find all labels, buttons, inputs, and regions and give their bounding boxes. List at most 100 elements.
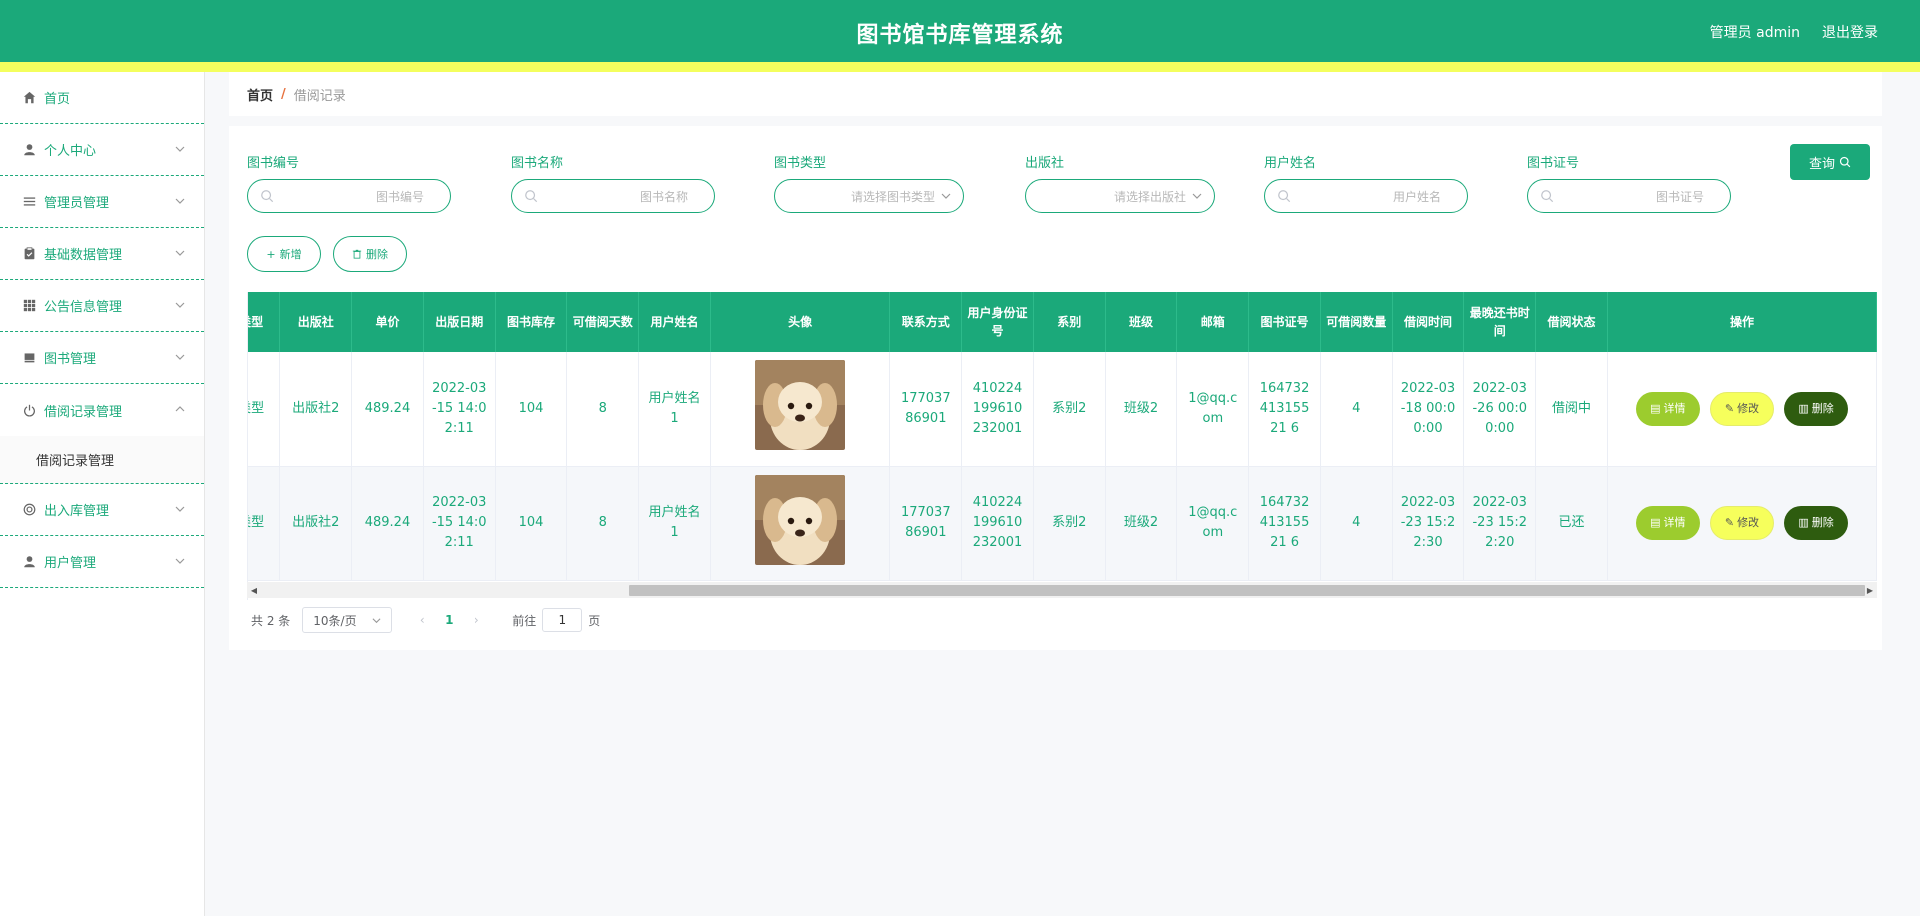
page-size-value: 10条/页 [313, 613, 357, 628]
power-icon [22, 403, 36, 417]
cell-phone: 17703786901 [889, 352, 963, 467]
main-panel: 图书编号 图书编号 图书名称 图书名称 图书类型 请选择图书类型 出版社 请选择… [229, 126, 1882, 650]
breadcrumb-current: 借阅记录 [293, 88, 346, 104]
batch-delete-button[interactable]: 删除 [333, 236, 407, 272]
breadcrumb-home[interactable]: 首页 [247, 85, 273, 104]
scroll-left-arrow-icon[interactable]: ◀ [247, 582, 261, 598]
cell-avatar [710, 466, 891, 581]
goto-page-input[interactable]: 1 [542, 608, 583, 632]
records-table-viewport: 类型 出版社 单价 出版日期 图书库存 可借阅天数 用户姓名 头像 联系方式 用… [247, 292, 1877, 600]
chevron-up-icon [175, 406, 185, 412]
chevron-down-icon [372, 617, 381, 623]
col-header: 出版日期 [423, 292, 496, 352]
delete-button[interactable]: ▥ 删除 [1784, 506, 1849, 540]
page-number-current[interactable]: 1 [434, 613, 464, 627]
col-header: 班级 [1105, 292, 1178, 352]
sidebar-item-borrow-records[interactable]: 借阅记录管理 [0, 384, 204, 436]
delete-button[interactable]: ▥ 删除 [1784, 391, 1849, 426]
user-name-placeholder: 用户姓名 [1392, 189, 1441, 204]
user-icon [22, 143, 36, 157]
cell-department: 系别2 [1033, 466, 1106, 581]
filter-label-card-no: 图书证号 [1527, 156, 1580, 171]
chevron-down-icon [941, 193, 951, 199]
total-count: 共 2 条 [251, 613, 291, 628]
table-horizontal-scrollbar[interactable]: ◀ ▶ [247, 582, 1877, 598]
table-header-row: 类型 出版社 单价 出版日期 图书库存 可借阅天数 用户姓名 头像 联系方式 用… [248, 292, 1877, 352]
circle-icon [22, 503, 36, 517]
cell-email: 1@qq.com [1176, 352, 1250, 467]
current-user: 管理员 admin [1709, 25, 1800, 41]
detail-button[interactable]: ▤ 详情 [1635, 391, 1700, 426]
sidebar-item-announcements[interactable]: 公告信息管理 [0, 280, 204, 332]
cell-borrow-quantity: 4 [1320, 466, 1393, 581]
card-no-input[interactable]: 图书证号 [1527, 179, 1731, 213]
cell-stock: 104 [495, 466, 568, 581]
cell-user-name: 用户姓名1 [638, 466, 711, 581]
list-icon [22, 195, 36, 209]
query-button[interactable]: 查询 [1790, 144, 1870, 180]
col-header: 头像 [710, 292, 891, 352]
detail-button[interactable]: ▤ 详情 [1635, 506, 1700, 540]
sidebar-item-label: 管理员管理 [44, 196, 110, 211]
sidebar-item-users[interactable]: 用户管理 [0, 536, 204, 588]
book-no-input[interactable]: 图书编号 [247, 179, 451, 213]
user-name-input[interactable]: 用户姓名 [1264, 179, 1468, 213]
sidebar-item-home[interactable]: 首页 [0, 72, 204, 124]
col-header: 操作 [1607, 292, 1877, 352]
page-size-select[interactable]: 10条/页 [302, 607, 393, 633]
cell-publisher: 出版社2 [279, 352, 353, 467]
add-button[interactable]: + 新增 [247, 236, 321, 272]
cell-return-deadline: 2022-03-26 00:00:00 [1463, 352, 1537, 467]
chevron-down-icon [175, 146, 185, 152]
plus-icon: + [266, 247, 276, 261]
filter-label-user-name: 用户姓名 [1264, 156, 1317, 171]
header-stripe [0, 62, 1920, 72]
cell-price: 489.24 [351, 466, 424, 581]
chevron-down-icon [175, 250, 185, 256]
search-icon [261, 190, 274, 203]
puppy-avatar-image [755, 474, 846, 565]
edit-label: 修改 [1737, 401, 1760, 415]
document-icon: ▤ [1650, 401, 1661, 415]
cell-class: 班级2 [1105, 352, 1178, 467]
col-header: 用户姓名 [638, 292, 711, 352]
puppy-avatar-image [755, 360, 846, 451]
filter-label-book-name: 图书名称 [511, 156, 564, 171]
filter-label-book-type: 图书类型 [774, 156, 827, 171]
col-header: 最晚还书时间 [1463, 292, 1537, 352]
cell-id-number: 410224199610232001 [961, 466, 1034, 581]
delete-label: 删除 [1811, 516, 1834, 529]
logout-link[interactable]: 退出登录 [1822, 22, 1878, 42]
sidebar-item-books[interactable]: 图书管理 [0, 332, 204, 384]
edit-button[interactable]: ✎ 修改 [1709, 391, 1774, 426]
book-name-placeholder: 图书名称 [639, 189, 688, 204]
publisher-select[interactable]: 请选择出版社 [1025, 179, 1215, 213]
book-name-input[interactable]: 图书名称 [511, 179, 715, 213]
edit-button[interactable]: ✎ 修改 [1709, 506, 1774, 540]
col-header: 联系方式 [889, 292, 963, 352]
sidebar-item-label: 出入库管理 [44, 504, 110, 519]
scrollbar-thumb[interactable] [629, 585, 1865, 596]
chevron-down-icon [175, 302, 185, 308]
search-icon [1541, 190, 1554, 203]
sidebar-item-label: 首页 [44, 92, 71, 107]
cell-status: 借阅中 [1535, 352, 1608, 467]
sidebar-item-admin[interactable]: 管理员管理 [0, 176, 204, 228]
sidebar-subitem-borrow-records[interactable]: 借阅记录管理 [0, 436, 204, 484]
top-header: 图书馆书库管理系统 管理员 admin 退出登录 [0, 0, 1920, 62]
sidebar-item-basic-data[interactable]: 基础数据管理 [0, 228, 204, 280]
chevron-down-icon [1192, 193, 1202, 199]
search-icon [525, 190, 538, 203]
table-row: 类型 出版社2 489.24 2022-03-15 14:02:11 104 8… [248, 352, 1877, 467]
prev-page-icon[interactable]: ‹ [410, 613, 434, 627]
cell-id-number: 410224199610232001 [961, 352, 1034, 467]
scroll-right-arrow-icon[interactable]: ▶ [1863, 582, 1877, 598]
col-header: 类型 [248, 292, 281, 352]
next-page-icon[interactable]: › [464, 613, 488, 627]
sidebar-item-inventory[interactable]: 出入库管理 [0, 484, 204, 536]
sidebar-item-personal-center[interactable]: 个人中心 [0, 124, 204, 176]
cell-card-no: 16473241315521 6 [1248, 352, 1321, 467]
filter-label-publisher: 出版社 [1025, 156, 1065, 171]
cell-card-no: 16473241315521 6 [1248, 466, 1321, 581]
book-type-select[interactable]: 请选择图书类型 [774, 179, 964, 213]
